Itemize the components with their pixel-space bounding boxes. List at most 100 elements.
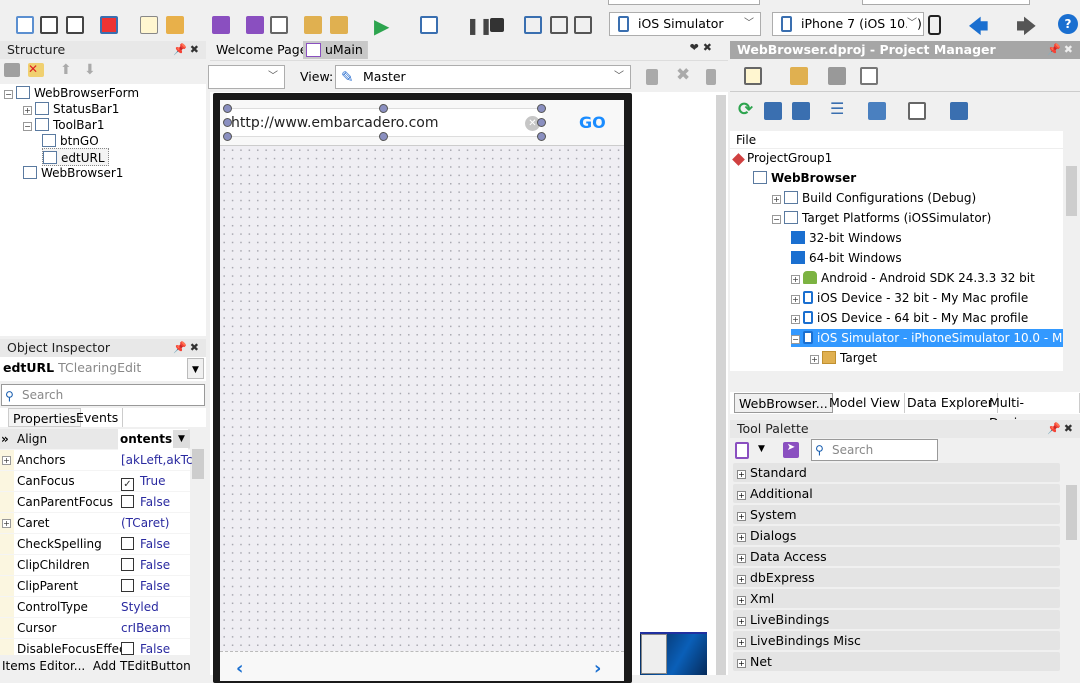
palette-search[interactable]: ⚲ Search — [811, 439, 938, 461]
up-arrow-icon[interactable]: ⬆ — [60, 62, 72, 78]
resize-handle[interactable] — [537, 104, 546, 113]
tree-item[interactable]: WebBrowser1 — [23, 164, 123, 182]
palette-category[interactable]: + Standard — [733, 463, 1060, 482]
resize-handle[interactable] — [379, 104, 388, 113]
new-items-icon[interactable] — [16, 16, 34, 34]
open-icon[interactable] — [166, 16, 184, 34]
tab-events[interactable]: Events — [72, 408, 124, 427]
palette-category[interactable]: + Xml — [733, 589, 1060, 608]
property-value[interactable]: ontents ▼ — [118, 429, 190, 450]
property-value[interactable]: crIBeam — [121, 618, 171, 639]
resize-handle[interactable] — [537, 132, 546, 141]
palette-category[interactable]: + LiveBindings — [733, 610, 1060, 629]
new-project-icon[interactable] — [744, 67, 762, 85]
webbrowser-area[interactable] — [220, 146, 624, 651]
refresh-icon[interactable]: ⟳ — [738, 99, 753, 120]
add-teditbutton-link[interactable]: Add TEditButton — [93, 659, 191, 673]
property-row[interactable]: DisableFocusEffec False — [0, 639, 190, 655]
checkbox[interactable]: ✓ — [121, 478, 134, 491]
checkbox[interactable] — [121, 558, 134, 571]
folder-view-icon[interactable] — [828, 67, 846, 85]
open-project-icon[interactable] — [270, 16, 288, 34]
project-tab[interactable]: Model View — [825, 393, 906, 413]
tab-welcome-page[interactable]: Welcome Page — [212, 41, 311, 59]
palette-category[interactable]: + System — [733, 505, 1060, 524]
tab-properties[interactable]: Properties — [8, 408, 82, 427]
help-icon[interactable]: ? — [1058, 14, 1078, 34]
forward-chevron-icon[interactable]: › — [594, 658, 601, 679]
resize-handle[interactable] — [223, 132, 232, 141]
save-icon[interactable] — [212, 16, 230, 34]
project-tree-item[interactable]: 32-bit Windows — [791, 229, 902, 247]
dropdown-arrow-icon[interactable]: ▼ — [758, 444, 765, 454]
checkbox[interactable] — [121, 495, 134, 508]
property-row[interactable]: ControlType Styled — [0, 597, 190, 618]
project-tree-item[interactable]: − iOS Simulator - iPhoneSimulator 10.0 - … — [791, 329, 1063, 347]
stop-icon[interactable] — [490, 18, 504, 32]
top-partial-field[interactable] — [608, 0, 760, 5]
property-value[interactable]: False — [121, 555, 170, 576]
palette-category[interactable]: + Dialogs — [733, 526, 1060, 545]
resize-handle[interactable] — [223, 104, 232, 113]
palette-category[interactable]: + Data Access — [733, 547, 1060, 566]
property-row[interactable]: CanParentFocus False — [0, 492, 190, 513]
palette-layout-icon[interactable] — [735, 442, 749, 459]
property-value[interactable]: [akLeft,akTc — [121, 450, 193, 471]
palette-category[interactable]: + Net — [733, 652, 1060, 671]
go-button[interactable]: GO — [579, 113, 606, 132]
property-value[interactable]: False — [121, 492, 170, 513]
add-folder-icon[interactable] — [790, 67, 808, 85]
property-row[interactable]: CanFocus ✓ True — [0, 471, 190, 492]
puzzle-icon[interactable]: ✖ — [676, 65, 690, 85]
save-view-icon[interactable] — [646, 69, 658, 85]
top-partial-search[interactable] — [862, 0, 1030, 5]
style-select[interactable]: ﹀ — [208, 65, 285, 89]
property-row[interactable]: ClipChildren False — [0, 555, 190, 576]
inspector-search[interactable]: ⚲ Search — [1, 384, 205, 406]
checkbox[interactable] — [121, 537, 134, 550]
down-arrow-icon[interactable]: ⬇ — [84, 62, 96, 78]
build-order-icon[interactable]: ☰ — [830, 99, 844, 118]
project-tree-item[interactable]: + Build Configurations (Debug) — [772, 189, 976, 207]
property-row[interactable]: + Caret (TCaret) — [0, 513, 190, 534]
project-tab[interactable]: WebBrowser... — [734, 393, 833, 413]
project-tree-item[interactable]: 64-bit Windows — [791, 249, 902, 267]
form-icon[interactable] — [100, 16, 118, 34]
project-scrollbar[interactable] — [1063, 131, 1080, 371]
view-select[interactable]: ✎ Master ﹀ — [335, 65, 631, 89]
collapse-all-icon[interactable] — [792, 102, 810, 120]
project-tree-item[interactable]: ProjectGroup1 — [732, 149, 832, 167]
items-editor-link[interactable]: Items Editor... — [2, 659, 85, 673]
dropdown-button[interactable]: ▼ — [187, 358, 204, 379]
project-tree-item[interactable]: − Target Platforms (iOSSimulator) — [772, 209, 991, 227]
build-all-icon[interactable] — [950, 102, 968, 120]
form-preview-thumbnail[interactable] — [640, 632, 707, 675]
property-value[interactable]: False — [121, 534, 170, 555]
project-tree-item[interactable]: + iOS Device - 64 bit - My Mac profile — [791, 309, 1028, 327]
back-chevron-icon[interactable]: ‹ — [236, 658, 243, 679]
checkbox[interactable] — [121, 579, 134, 592]
add-to-project-icon[interactable] — [304, 16, 322, 34]
pause-icon[interactable]: ❚❚ — [466, 16, 493, 35]
pin-close-icons[interactable]: 📌✖ — [1047, 420, 1076, 438]
property-row[interactable]: ClipParent False — [0, 576, 190, 597]
tab-menu-close-icons[interactable]: ❤✖ — [690, 41, 716, 54]
property-row[interactable]: » Align ontents ▼ — [0, 429, 190, 450]
tab-umain[interactable]: uMain — [303, 41, 368, 59]
project-tree-item[interactable]: + Android - Android SDK 24.3.3 32 bit — [791, 269, 1035, 287]
run-icon[interactable]: ▶ — [374, 14, 389, 38]
project-tree-item[interactable]: + iOS Device - 32 bit - My Mac profile — [791, 289, 1028, 307]
platform-select[interactable]: iOS Simulator ﹀ — [609, 12, 761, 36]
project-tree-item[interactable]: + Target — [810, 349, 877, 367]
grid-view-icon[interactable] — [860, 67, 878, 85]
property-row[interactable]: + Anchors [akLeft,akTc — [0, 450, 193, 471]
property-value[interactable]: ✓ True — [121, 471, 166, 492]
property-row[interactable]: Cursor crIBeam — [0, 618, 190, 639]
palette-category[interactable]: + Additional — [733, 484, 1060, 503]
property-row[interactable]: CheckSpelling False — [0, 534, 190, 555]
save-all-icon[interactable] — [246, 16, 264, 34]
property-value[interactable]: (TCaret) — [121, 513, 169, 534]
rotate-device-icon[interactable] — [928, 15, 941, 35]
step-icon-3[interactable] — [574, 16, 592, 34]
object-selector[interactable]: edtURL TClearingEdit ▼ — [0, 357, 206, 381]
